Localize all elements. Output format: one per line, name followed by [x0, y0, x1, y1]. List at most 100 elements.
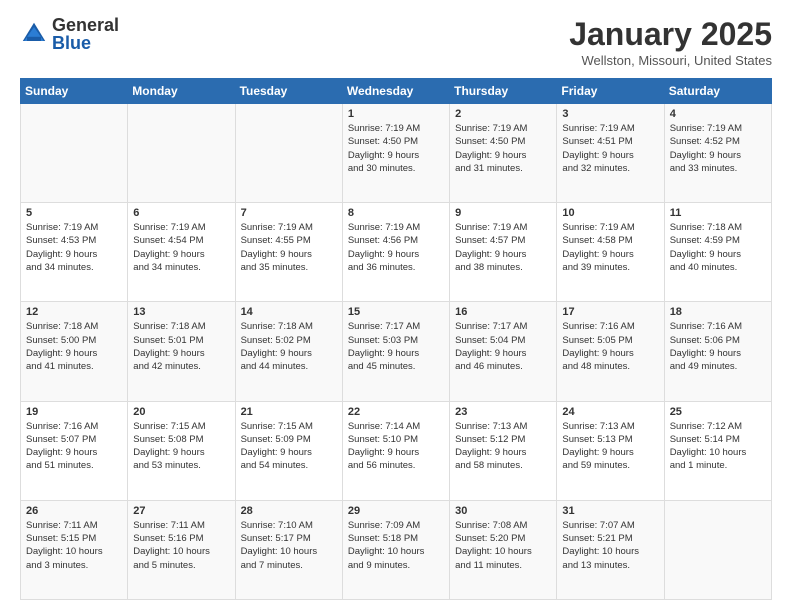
calendar-cell: 24 Sunrise: 7:13 AM Sunset: 5:13 PM Dayli…: [557, 401, 664, 500]
day-number: 10: [562, 207, 658, 219]
day-info: Sunrise: 7:11 AM Sunset: 5:16 PM Dayligh…: [133, 519, 229, 572]
calendar-cell: 23 Sunrise: 7:13 AM Sunset: 5:12 PM Dayli…: [450, 401, 557, 500]
day-info: Sunrise: 7:19 AM Sunset: 4:57 PM Dayligh…: [455, 221, 551, 274]
calendar-cell: 9 Sunrise: 7:19 AM Sunset: 4:57 PM Daylig…: [450, 203, 557, 302]
day-number: 24: [562, 406, 658, 418]
calendar-cell: 19Sunrise: 7:16 AM Sunset: 5:07 PM Dayli…: [21, 401, 128, 500]
calendar-cell: 20Sunrise: 7:15 AM Sunset: 5:08 PM Dayli…: [128, 401, 235, 500]
day-number: 18: [670, 306, 766, 318]
day-number: 9: [455, 207, 551, 219]
logo-icon: [20, 20, 48, 48]
day-number: 23: [455, 406, 551, 418]
day-number: 17: [562, 306, 658, 318]
calendar-cell: 13Sunrise: 7:18 AM Sunset: 5:01 PM Dayli…: [128, 302, 235, 401]
day-info: Sunrise: 7:19 AM Sunset: 4:50 PM Dayligh…: [455, 122, 551, 175]
calendar-cell: [235, 104, 342, 203]
day-number: 21: [241, 406, 337, 418]
page: General Blue January 2025 Wellston, Miss…: [0, 0, 792, 612]
calendar-week-row: 12 Sunrise: 7:18 AM Sunset: 5:00 PM Dayli…: [21, 302, 772, 401]
header: General Blue January 2025 Wellston, Miss…: [20, 16, 772, 68]
location: Wellston, Missouri, United States: [569, 53, 772, 68]
day-info: Sunrise: 7:18 AM Sunset: 5:02 PM Dayligh…: [241, 320, 337, 373]
day-info: Sunrise: 7:15 AM Sunset: 5:09 PM Dayligh…: [241, 420, 337, 473]
day-number: 26: [26, 505, 122, 517]
calendar-cell: 11 Sunrise: 7:18 AM Sunset: 4:59 PM Dayli…: [664, 203, 771, 302]
day-number: 19: [26, 406, 122, 418]
day-info: Sunrise: 7:19 AM Sunset: 4:51 PM Dayligh…: [562, 122, 658, 175]
calendar-cell: 30 Sunrise: 7:08 AM Sunset: 5:20 PM Dayli…: [450, 500, 557, 599]
calendar-cell: 28 Sunrise: 7:10 AM Sunset: 5:17 PM Dayli…: [235, 500, 342, 599]
calendar-cell: 16Sunrise: 7:17 AM Sunset: 5:04 PM Dayli…: [450, 302, 557, 401]
day-number: 5: [26, 207, 122, 219]
day-number: 12: [26, 306, 122, 318]
day-info: Sunrise: 7:19 AM Sunset: 4:53 PM Dayligh…: [26, 221, 122, 274]
day-number: 2: [455, 108, 551, 120]
day-number: 29: [348, 505, 444, 517]
calendar-header-monday: Monday: [128, 79, 235, 104]
day-info: Sunrise: 7:14 AM Sunset: 5:10 PM Dayligh…: [348, 420, 444, 473]
calendar-cell: 8Sunrise: 7:19 AM Sunset: 4:56 PM Daylig…: [342, 203, 449, 302]
calendar-header-thursday: Thursday: [450, 79, 557, 104]
logo: General Blue: [20, 16, 119, 52]
calendar-week-row: 1Sunrise: 7:19 AM Sunset: 4:50 PM Daylig…: [21, 104, 772, 203]
calendar-header-row: SundayMondayTuesdayWednesdayThursdayFrid…: [21, 79, 772, 104]
day-info: Sunrise: 7:19 AM Sunset: 4:50 PM Dayligh…: [348, 122, 444, 175]
day-info: Sunrise: 7:07 AM Sunset: 5:21 PM Dayligh…: [562, 519, 658, 572]
calendar-cell: 12 Sunrise: 7:18 AM Sunset: 5:00 PM Dayli…: [21, 302, 128, 401]
calendar-header-saturday: Saturday: [664, 79, 771, 104]
calendar-cell: 18 Sunrise: 7:16 AM Sunset: 5:06 PM Dayli…: [664, 302, 771, 401]
calendar-header-sunday: Sunday: [21, 79, 128, 104]
calendar-cell: [21, 104, 128, 203]
day-info: Sunrise: 7:19 AM Sunset: 4:56 PM Dayligh…: [348, 221, 444, 274]
day-info: Sunrise: 7:18 AM Sunset: 5:01 PM Dayligh…: [133, 320, 229, 373]
day-info: Sunrise: 7:19 AM Sunset: 4:58 PM Dayligh…: [562, 221, 658, 274]
day-number: 7: [241, 207, 337, 219]
calendar-header-wednesday: Wednesday: [342, 79, 449, 104]
calendar-cell: 26 Sunrise: 7:11 AM Sunset: 5:15 PM Dayli…: [21, 500, 128, 599]
calendar-cell: 21 Sunrise: 7:15 AM Sunset: 5:09 PM Dayli…: [235, 401, 342, 500]
calendar-cell: 22Sunrise: 7:14 AM Sunset: 5:10 PM Dayli…: [342, 401, 449, 500]
calendar-week-row: 26 Sunrise: 7:11 AM Sunset: 5:15 PM Dayli…: [21, 500, 772, 599]
day-number: 6: [133, 207, 229, 219]
calendar-cell: 10 Sunrise: 7:19 AM Sunset: 4:58 PM Dayli…: [557, 203, 664, 302]
day-number: 20: [133, 406, 229, 418]
day-number: 14: [241, 306, 337, 318]
calendar-cell: [128, 104, 235, 203]
day-number: 25: [670, 406, 766, 418]
day-number: 15: [348, 306, 444, 318]
calendar-cell: 15 Sunrise: 7:17 AM Sunset: 5:03 PM Dayli…: [342, 302, 449, 401]
calendar-cell: 27Sunrise: 7:11 AM Sunset: 5:16 PM Dayli…: [128, 500, 235, 599]
day-info: Sunrise: 7:11 AM Sunset: 5:15 PM Dayligh…: [26, 519, 122, 572]
day-info: Sunrise: 7:08 AM Sunset: 5:20 PM Dayligh…: [455, 519, 551, 572]
logo-text: General Blue: [52, 16, 119, 52]
logo-general-text: General: [52, 16, 119, 34]
calendar-week-row: 5 Sunrise: 7:19 AM Sunset: 4:53 PM Daylig…: [21, 203, 772, 302]
day-info: Sunrise: 7:09 AM Sunset: 5:18 PM Dayligh…: [348, 519, 444, 572]
calendar-cell: 4Sunrise: 7:19 AM Sunset: 4:52 PM Daylig…: [664, 104, 771, 203]
day-number: 28: [241, 505, 337, 517]
calendar-cell: 17Sunrise: 7:16 AM Sunset: 5:05 PM Dayli…: [557, 302, 664, 401]
calendar-cell: 31 Sunrise: 7:07 AM Sunset: 5:21 PM Dayli…: [557, 500, 664, 599]
calendar-table: SundayMondayTuesdayWednesdayThursdayFrid…: [20, 78, 772, 600]
calendar-cell: 2 Sunrise: 7:19 AM Sunset: 4:50 PM Daylig…: [450, 104, 557, 203]
calendar-week-row: 19Sunrise: 7:16 AM Sunset: 5:07 PM Dayli…: [21, 401, 772, 500]
day-info: Sunrise: 7:18 AM Sunset: 4:59 PM Dayligh…: [670, 221, 766, 274]
calendar-cell: 1Sunrise: 7:19 AM Sunset: 4:50 PM Daylig…: [342, 104, 449, 203]
day-info: Sunrise: 7:10 AM Sunset: 5:17 PM Dayligh…: [241, 519, 337, 572]
day-info: Sunrise: 7:13 AM Sunset: 5:13 PM Dayligh…: [562, 420, 658, 473]
day-info: Sunrise: 7:18 AM Sunset: 5:00 PM Dayligh…: [26, 320, 122, 373]
day-info: Sunrise: 7:16 AM Sunset: 5:06 PM Dayligh…: [670, 320, 766, 373]
day-number: 31: [562, 505, 658, 517]
day-info: Sunrise: 7:19 AM Sunset: 4:55 PM Dayligh…: [241, 221, 337, 274]
month-title: January 2025: [569, 16, 772, 53]
calendar-cell: 7 Sunrise: 7:19 AM Sunset: 4:55 PM Daylig…: [235, 203, 342, 302]
day-number: 30: [455, 505, 551, 517]
calendar-cell: 29 Sunrise: 7:09 AM Sunset: 5:18 PM Dayli…: [342, 500, 449, 599]
day-number: 11: [670, 207, 766, 219]
calendar-cell: 3 Sunrise: 7:19 AM Sunset: 4:51 PM Daylig…: [557, 104, 664, 203]
day-number: 3: [562, 108, 658, 120]
title-block: January 2025 Wellston, Missouri, United …: [569, 16, 772, 68]
calendar-header-friday: Friday: [557, 79, 664, 104]
day-info: Sunrise: 7:17 AM Sunset: 5:03 PM Dayligh…: [348, 320, 444, 373]
day-info: Sunrise: 7:13 AM Sunset: 5:12 PM Dayligh…: [455, 420, 551, 473]
